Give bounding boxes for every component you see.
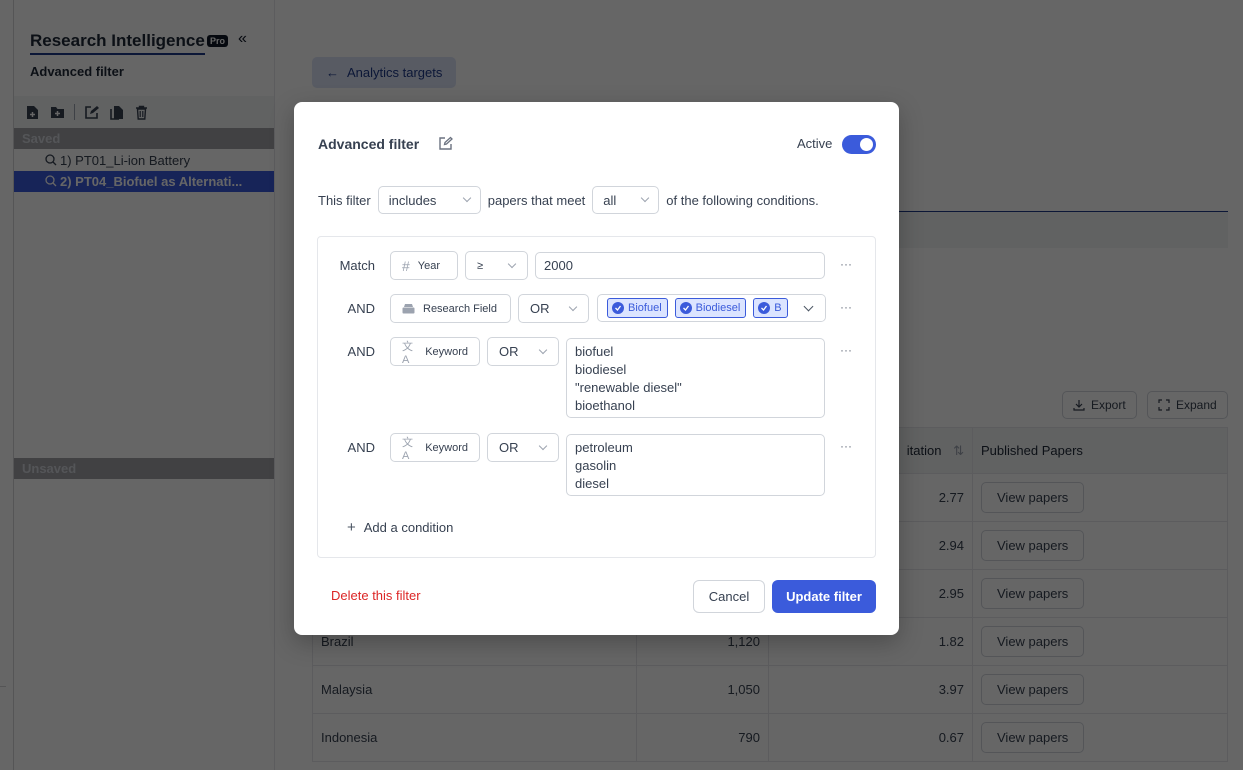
conditions-panel: Match # Year ≥ 2000 ··· AND Research Fie… bbox=[317, 236, 876, 558]
keyword-line: petroleum bbox=[575, 440, 633, 455]
condition-field-label: Year bbox=[417, 259, 441, 272]
keyword-line: biofuel bbox=[575, 344, 614, 359]
research-field-multiselect[interactable]: Biofuel Biodiesel B bbox=[597, 294, 826, 322]
sentence-middle: papers that meet bbox=[487, 192, 586, 208]
hash-icon: # bbox=[402, 257, 410, 274]
condition-operator-select[interactable]: OR bbox=[487, 337, 559, 366]
keyword-textarea[interactable]: biofuel biodiesel "renewable diesel" bio… bbox=[566, 338, 825, 418]
condition-more-menu-icon[interactable]: ··· bbox=[840, 257, 852, 271]
condition-more-menu-icon[interactable]: ··· bbox=[840, 439, 852, 453]
advanced-filter-dialog: Advanced filter Active This filter inclu… bbox=[294, 102, 899, 635]
selected-chip[interactable]: Biofuel bbox=[607, 298, 668, 318]
chevron-down-icon bbox=[538, 345, 548, 354]
condition-field-label: Keyword bbox=[425, 441, 468, 454]
condition-connector: AND bbox=[347, 440, 375, 455]
condition-field-select[interactable]: Research Field bbox=[390, 294, 511, 323]
condition-operator-value: OR bbox=[530, 301, 550, 316]
condition-field-select[interactable]: # Year bbox=[390, 251, 458, 280]
dialog-title: Advanced filter bbox=[318, 136, 420, 152]
chevron-down-icon bbox=[568, 302, 578, 311]
check-circle-icon bbox=[758, 302, 771, 314]
cancel-button[interactable]: Cancel bbox=[693, 580, 765, 613]
check-circle-icon bbox=[612, 302, 624, 314]
active-toggle[interactable] bbox=[842, 135, 876, 154]
condition-connector: AND bbox=[347, 301, 375, 316]
condition-operator-value: OR bbox=[499, 344, 519, 359]
chip-label: B bbox=[774, 302, 782, 314]
add-condition-button[interactable]: + Add a condition bbox=[347, 519, 453, 536]
condition-operator-value: ≥ bbox=[477, 259, 484, 272]
keyword-line: bioethanol bbox=[575, 398, 635, 413]
translate-icon: 文A bbox=[402, 436, 413, 462]
toggle-knob bbox=[860, 138, 873, 151]
keyword-line: biodiesel bbox=[575, 362, 627, 377]
condition-connector: Match bbox=[339, 258, 375, 273]
match-quantifier-select[interactable]: all bbox=[592, 186, 660, 214]
check-circle-icon bbox=[679, 302, 692, 314]
condition-connector: AND bbox=[347, 344, 375, 359]
active-label: Active bbox=[797, 136, 833, 151]
chip-label: Biodiesel bbox=[695, 302, 741, 314]
condition-field-label: Keyword bbox=[425, 345, 468, 358]
translate-icon: 文A bbox=[402, 340, 413, 366]
delete-filter-link[interactable]: Delete this filter bbox=[331, 588, 421, 603]
condition-value-input[interactable]: 2000 bbox=[535, 252, 825, 279]
chevron-down-icon bbox=[641, 193, 650, 203]
chevron-down-icon bbox=[507, 259, 517, 268]
selected-chip[interactable]: Biodiesel bbox=[674, 298, 747, 318]
edit-title-icon[interactable] bbox=[438, 136, 453, 156]
keyword-line: "renewable diesel" bbox=[575, 380, 682, 395]
keyword-line: gasolin bbox=[575, 458, 617, 473]
keyword-textarea[interactable]: petroleum gasolin diesel bbox=[566, 434, 825, 496]
condition-field-select[interactable]: 文A Keyword bbox=[390, 433, 480, 462]
selected-chip[interactable]: B bbox=[753, 298, 788, 318]
condition-operator-select[interactable]: OR bbox=[518, 294, 589, 323]
sentence-prefix: This filter bbox=[318, 192, 371, 208]
filter-sentence: This filter includes papers that meet al… bbox=[318, 186, 819, 214]
chevron-down-icon bbox=[538, 441, 548, 450]
chevron-down-icon[interactable] bbox=[791, 295, 825, 321]
keyword-line: diesel bbox=[575, 476, 609, 491]
condition-more-menu-icon[interactable]: ··· bbox=[840, 343, 852, 357]
condition-operator-select[interactable]: ≥ bbox=[465, 251, 528, 280]
category-icon bbox=[402, 304, 415, 314]
plus-icon: + bbox=[347, 519, 356, 536]
condition-operator-value: OR bbox=[499, 440, 519, 455]
condition-operator-select[interactable]: OR bbox=[487, 433, 559, 462]
include-mode-value: includes bbox=[388, 192, 437, 208]
chevron-down-icon bbox=[462, 193, 471, 203]
sentence-suffix: of the following conditions. bbox=[666, 192, 819, 208]
update-filter-button[interactable]: Update filter bbox=[772, 580, 876, 613]
condition-more-menu-icon[interactable]: ··· bbox=[840, 300, 852, 314]
quantifier-value: all bbox=[603, 192, 617, 208]
condition-field-label: Research Field bbox=[423, 302, 497, 315]
add-condition-label: Add a condition bbox=[363, 520, 454, 535]
condition-field-select[interactable]: 文A Keyword bbox=[390, 337, 480, 366]
chip-label: Biofuel bbox=[628, 302, 662, 314]
include-mode-select[interactable]: includes bbox=[377, 186, 481, 214]
